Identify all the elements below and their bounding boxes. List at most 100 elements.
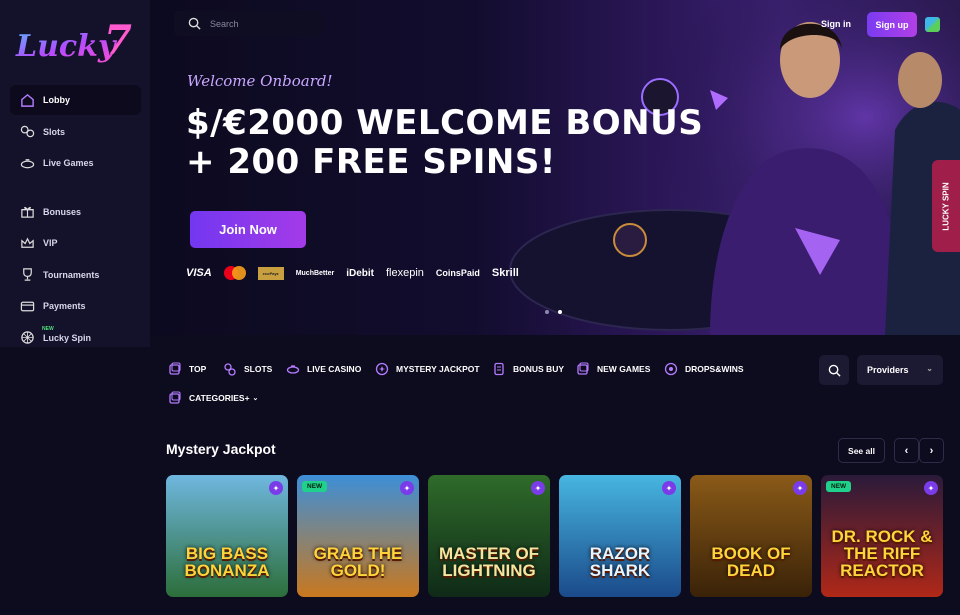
- join-now-button[interactable]: Join Now: [190, 211, 306, 248]
- hero-banner[interactable]: Sign in Sign up Welcome Onboard! $/€2000…: [150, 0, 960, 335]
- jackpot-star-icon: ✦: [531, 481, 545, 495]
- lucky-spin-tab-label: LUCKY SPIN: [941, 181, 951, 231]
- carousel-dot[interactable]: [545, 310, 549, 314]
- providers-dropdown[interactable]: Providers ⌄: [857, 355, 943, 385]
- wheel-icon: [21, 331, 34, 344]
- sidebar-item-label: Lobby: [43, 95, 70, 105]
- live-casino-icon: [286, 365, 300, 374]
- category-label: SLOTS: [244, 364, 273, 374]
- language-flag-icon[interactable]: [925, 17, 940, 32]
- game-title: RAZOR SHARK: [589, 544, 651, 580]
- category-categories-plus[interactable]: CATEGORIES+ ⌄: [168, 391, 258, 405]
- flexepin-logo: flexepin: [385, 267, 424, 279]
- category-top[interactable]: TOP: [168, 362, 206, 376]
- game-tile[interactable]: ✦ BIG BASS BONANZA: [166, 475, 288, 597]
- next-arrow-button[interactable]: ›: [919, 438, 944, 463]
- sidebar-nav: Lobby Slots Live Games Bonuses VIP Tourn…: [10, 85, 141, 354]
- sidebar-item-lucky-spin[interactable]: NEW Lucky Spin: [10, 323, 141, 353]
- sidebar-item-live-games[interactable]: Live Games: [10, 148, 141, 178]
- category-drops-wins[interactable]: DROPS&WINS: [664, 362, 744, 376]
- see-all-button[interactable]: See all: [838, 438, 885, 463]
- search-icon: [188, 17, 201, 30]
- sidebar: Lucky 7 Lobby Slots Live Games Bonuses V…: [0, 0, 150, 347]
- sidebar-item-label: Tournaments: [43, 269, 100, 280]
- chevron-down-icon: ⌄: [252, 395, 259, 402]
- mastercard-logo: [223, 266, 246, 280]
- game-tile[interactable]: ✦ RAZOR SHARK: [559, 475, 681, 597]
- top-icon: [169, 362, 181, 375]
- game-title: BIG BASS BONANZA: [184, 544, 270, 580]
- jackpot-star-icon: ✦: [269, 481, 283, 495]
- sidebar-item-label: Slots: [43, 126, 66, 137]
- category-bonus-buy[interactable]: BONUS BUY: [492, 362, 564, 376]
- sidebar-item-payments[interactable]: Payments: [10, 291, 141, 321]
- sidebar-item-label: Lucky Spin: [43, 332, 92, 343]
- new-badge: NEW: [826, 481, 852, 492]
- game-tile[interactable]: NEW ✦ GRAB THE GOLD!: [297, 475, 419, 597]
- search-icon: [828, 364, 841, 377]
- sidebar-item-label: VIP: [43, 238, 58, 248]
- category-slots[interactable]: SLOTS: [223, 362, 272, 376]
- sidebar-item-label: Bonuses: [43, 206, 82, 217]
- sidebar-item-vip[interactable]: VIP: [10, 228, 141, 258]
- carousel-dots: [545, 310, 562, 314]
- jackpot-icon: [375, 362, 389, 376]
- category-label: NEW GAMES: [597, 364, 651, 374]
- chevron-down-icon: ⌄: [926, 364, 933, 373]
- category-label: DROPS&WINS: [685, 364, 744, 374]
- jackpot-star-icon: ✦: [662, 481, 676, 495]
- game-title: GRAB THE GOLD!: [313, 544, 403, 580]
- gift-icon: [21, 206, 34, 218]
- slots-icon: [224, 363, 236, 376]
- category-label: BONUS BUY: [513, 364, 565, 374]
- sidebar-item-slots[interactable]: Slots: [10, 117, 141, 147]
- game-title: DR. ROCK & THE RIFF REACTOR: [831, 527, 933, 580]
- slots-icon: [20, 125, 35, 138]
- card-icon: [20, 301, 35, 311]
- game-search-button[interactable]: [819, 355, 849, 385]
- hero-headline-line1: $/€2000 WELCOME BONUS: [186, 103, 704, 143]
- ecopayz-logo: ecoPayz: [257, 266, 284, 280]
- new-badge: NEW: [42, 325, 54, 332]
- lucky-spin-tab[interactable]: LUCKY SPIN: [932, 160, 960, 252]
- game-tile[interactable]: ✦ MASTER OF LIGHTNING: [428, 475, 550, 597]
- trophy-icon: [23, 268, 32, 281]
- game-title: BOOK OF DEAD: [711, 544, 791, 580]
- lucky7-logo[interactable]: Lucky 7: [14, 12, 139, 72]
- sidebar-item-lobby[interactable]: Lobby: [10, 85, 141, 115]
- categories-icon: [169, 391, 181, 404]
- category-label: TOP: [189, 364, 207, 374]
- bonus-buy-icon: [494, 362, 504, 376]
- sign-up-button[interactable]: Sign up: [867, 12, 917, 37]
- sidebar-item-tournaments[interactable]: Tournaments: [10, 260, 141, 290]
- coinspaid-logo: CoinsPaid: [435, 268, 480, 278]
- category-live-casino[interactable]: LIVE CASINO: [286, 362, 361, 376]
- sidebar-item-label: Payments: [43, 301, 86, 311]
- jackpot-star-icon: ✦: [400, 481, 414, 495]
- game-title: MASTER OF LIGHTNING: [438, 544, 540, 580]
- section-title: Mystery Jackpot: [166, 441, 276, 457]
- muchbetter-logo: MuchBetter: [295, 269, 335, 277]
- category-label: CATEGORIES+: [189, 393, 250, 403]
- category-new-games[interactable]: NEW GAMES: [576, 362, 650, 376]
- hero-welcome-text: Welcome Onboard!: [187, 72, 333, 90]
- game-tile[interactable]: ✦ BOOK OF DEAD: [690, 475, 812, 597]
- game-tile[interactable]: NEW ✦ DR. ROCK & THE RIFF REACTOR: [821, 475, 943, 597]
- carousel-dot-active[interactable]: [558, 310, 562, 314]
- search-bar[interactable]: [174, 11, 322, 36]
- skrill-logo: Skrill: [491, 267, 519, 279]
- category-label: LIVE CASINO: [307, 364, 362, 374]
- jackpot-star-icon: ✦: [793, 481, 807, 495]
- crown-icon: [21, 236, 34, 248]
- svg-text:Lucky: Lucky: [15, 29, 118, 64]
- providers-label: Providers: [867, 365, 909, 375]
- sign-in-link[interactable]: Sign in: [821, 19, 851, 29]
- category-mystery-jackpot[interactable]: MYSTERY JACKPOT: [375, 362, 480, 376]
- search-input[interactable]: [210, 18, 310, 29]
- live-games-icon: [20, 158, 35, 168]
- prev-arrow-button[interactable]: ‹: [894, 438, 919, 463]
- new-badge: NEW: [302, 481, 328, 492]
- sidebar-item-bonuses[interactable]: Bonuses: [10, 197, 141, 227]
- chevron-left-icon: ‹: [904, 444, 909, 457]
- jackpot-star-icon: ✦: [924, 481, 938, 495]
